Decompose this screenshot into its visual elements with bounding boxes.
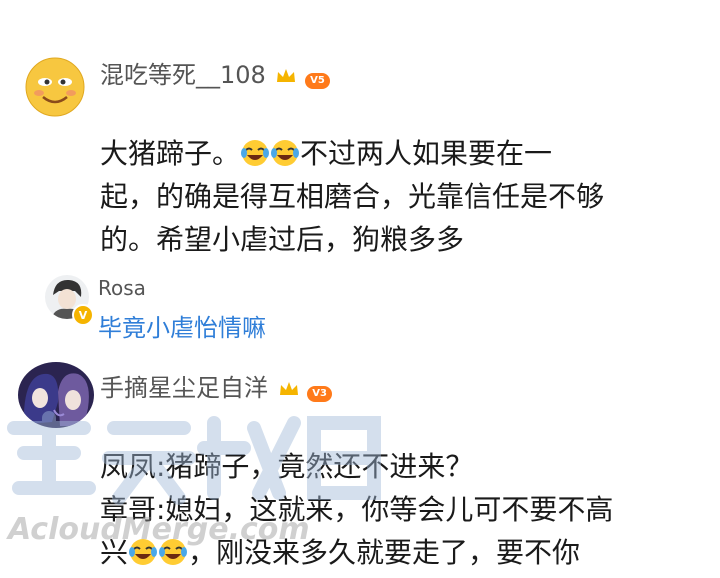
reply-username[interactable]: Rosa: [98, 276, 146, 300]
username[interactable]: 混吃等死__108: [100, 61, 266, 89]
watermark-logo-icon: [4, 408, 384, 529]
watermark-text: AcloudMerge.com: [8, 512, 310, 547]
comment-body: 大猪蹄子。 不过两人如果要在一 起，的确是得互相磨合，光靠信任是不够 的。希望小虐…: [100, 132, 700, 261]
username-row: 混吃等死__108 V5: [100, 55, 330, 90]
crown-icon: [279, 382, 298, 395]
verified-label: V: [78, 308, 88, 322]
comment-text-line: 起，的确是得互相磨合，光靠信任是不够: [100, 180, 605, 213]
comment-text-line: 大猪蹄子。: [100, 137, 241, 170]
comment-text-line: 的。希望小虐过后，狗粮多多: [100, 223, 465, 256]
avatar[interactable]: [25, 57, 85, 117]
reply-text: 毕竟小虐怡情嘛: [98, 314, 266, 342]
laughing-crying-emoji-icon: [240, 136, 270, 166]
watermark-glyphs-icon: [7, 411, 381, 505]
smiley-avatar-icon: [25, 57, 85, 117]
username[interactable]: 手摘星尘足自洋: [100, 374, 268, 402]
level-badge: V5: [305, 72, 330, 89]
crown-icon: [277, 69, 296, 82]
laughing-crying-emoji-icon: [270, 136, 300, 166]
level-badge: V3: [307, 385, 332, 402]
username-row: 手摘星尘足自洋 V3: [100, 368, 332, 403]
verified-badge-icon: V: [72, 304, 94, 326]
comment-text-line: 不过两人如果要在一: [300, 137, 553, 170]
